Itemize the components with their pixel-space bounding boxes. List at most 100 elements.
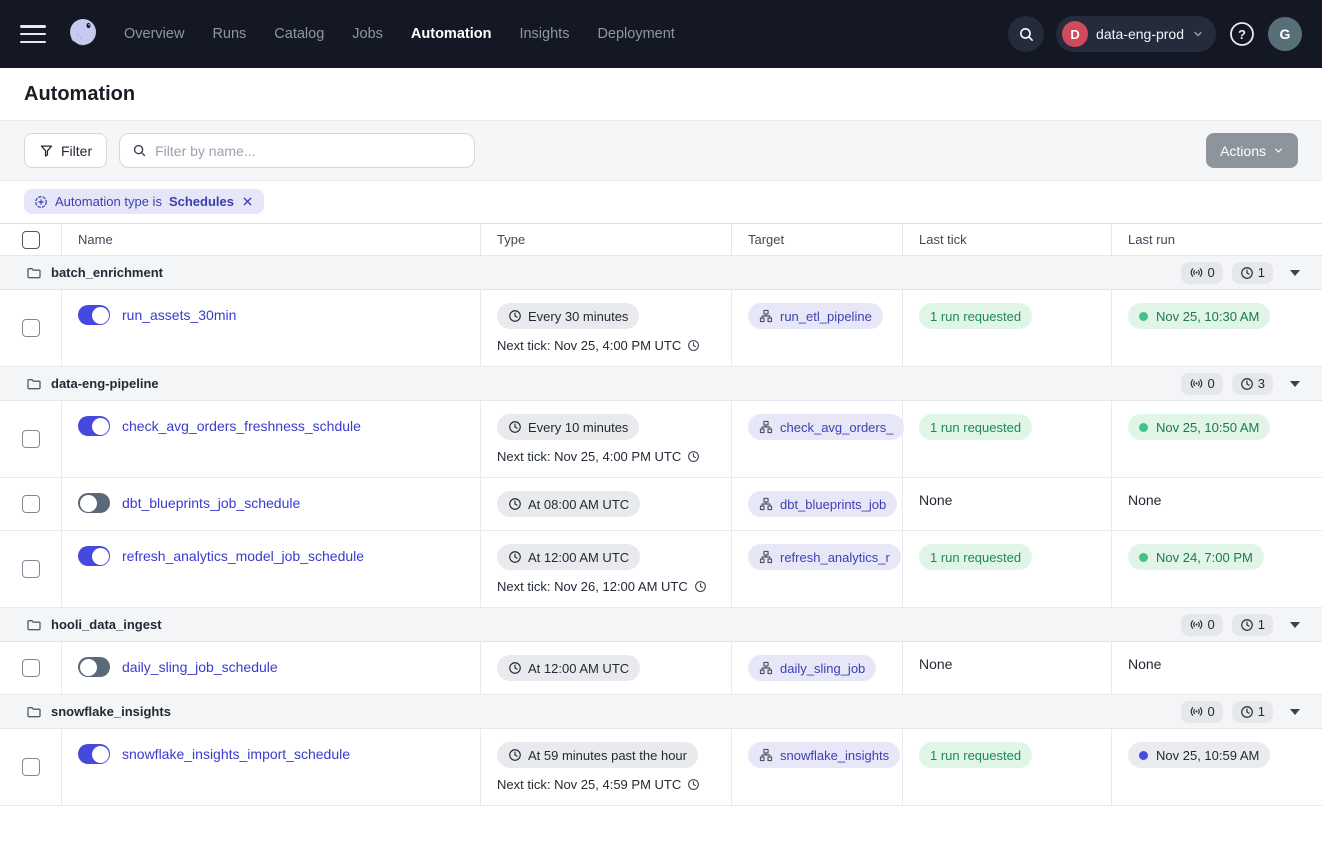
sensor-count-badge: 0	[1181, 701, 1223, 723]
schedule-toggle[interactable]	[78, 744, 110, 764]
target-pill[interactable]: check_avg_orders_	[748, 414, 904, 440]
user-avatar[interactable]: G	[1268, 17, 1302, 51]
target-pill[interactable]: refresh_analytics_r	[748, 544, 901, 570]
clock-icon	[508, 661, 522, 675]
row-checkbox[interactable]	[22, 758, 40, 776]
schedule-name-link[interactable]: daily_sling_job_schedule	[122, 659, 278, 675]
row-checkbox[interactable]	[22, 659, 40, 677]
remove-filter-icon[interactable]	[241, 195, 254, 208]
group-name: hooli_data_ingest	[51, 617, 162, 632]
last-tick-status[interactable]: 1 run requested	[919, 742, 1032, 768]
next-tick-text: Next tick: Nov 25, 4:00 PM UTC	[497, 449, 700, 464]
column-header-last-run: Last run	[1112, 224, 1322, 255]
schedule-type-badge: Every 10 minutes	[497, 414, 639, 440]
next-tick-text: Next tick: Nov 25, 4:59 PM UTC	[497, 777, 700, 792]
nav-item-overview[interactable]: Overview	[124, 26, 184, 42]
schedule-type-badge: At 12:00 AM UTC	[497, 655, 640, 681]
job-graph-icon	[759, 550, 773, 564]
row-checkbox[interactable]	[22, 495, 40, 513]
last-run-status[interactable]: Nov 24, 7:00 PM	[1128, 544, 1264, 570]
target-name: check_avg_orders_	[780, 420, 893, 435]
search-box	[119, 133, 475, 168]
nav-item-automation[interactable]: Automation	[411, 26, 492, 42]
help-icon[interactable]: ?	[1228, 20, 1256, 48]
collapse-caret-icon[interactable]	[1290, 622, 1300, 628]
filter-button[interactable]: Filter	[24, 133, 107, 168]
collapse-caret-icon[interactable]	[1290, 709, 1300, 715]
schedule-name-link[interactable]: snowflake_insights_import_schedule	[122, 746, 350, 762]
collapse-caret-icon[interactable]	[1290, 381, 1300, 387]
target-pill[interactable]: daily_sling_job	[748, 655, 876, 681]
select-all-checkbox[interactable]	[22, 231, 40, 249]
target-name: dbt_blueprints_job	[780, 497, 886, 512]
schedule-name-link[interactable]: dbt_blueprints_job_schedule	[122, 495, 300, 511]
schedule-toggle[interactable]	[78, 305, 110, 325]
clock-icon	[694, 580, 707, 593]
filter-chip-automation-type[interactable]: Automation type is Schedules	[24, 189, 264, 214]
row-checkbox[interactable]	[22, 560, 40, 578]
group-row-snowflake_insights[interactable]: snowflake_insights01	[0, 695, 1322, 729]
filter-by-name-input[interactable]	[155, 143, 462, 159]
schedule-count-badge: 1	[1232, 262, 1273, 284]
toolbar: Filter Actions	[0, 120, 1322, 181]
sensor-count: 0	[1208, 265, 1215, 280]
last-run-time: Nov 25, 10:59 AM	[1156, 748, 1259, 763]
schedule-count-badge: 3	[1232, 373, 1273, 395]
toggle-knob	[92, 418, 109, 435]
nav-item-catalog[interactable]: Catalog	[274, 26, 324, 42]
row-checkbox[interactable]	[22, 319, 40, 337]
sensor-icon	[1189, 617, 1204, 632]
sensor-icon	[1189, 376, 1204, 391]
toggle-knob	[80, 659, 97, 676]
nav-item-deployment[interactable]: Deployment	[597, 26, 674, 42]
collapse-caret-icon[interactable]	[1290, 270, 1300, 276]
table-row: snowflake_insights_import_scheduleAt 59 …	[0, 729, 1322, 806]
group-row-hooli_data_ingest[interactable]: hooli_data_ingest01	[0, 608, 1322, 642]
clock-icon	[1240, 618, 1254, 632]
search-icon[interactable]	[1008, 16, 1044, 52]
top-nav: Overview Runs Catalog Jobs Automation Insight…	[0, 0, 1322, 68]
column-header-name: Name	[62, 224, 481, 255]
last-run-none: None	[1128, 656, 1161, 672]
last-tick-status[interactable]: 1 run requested	[919, 303, 1032, 329]
folder-icon	[26, 265, 42, 281]
sensor-icon	[1189, 704, 1204, 719]
group-row-data-eng-pipeline[interactable]: data-eng-pipeline03	[0, 367, 1322, 401]
schedule-name-link[interactable]: run_assets_30min	[122, 307, 236, 323]
deployment-selector[interactable]: D data-eng-prod	[1056, 16, 1216, 52]
nav-item-insights[interactable]: Insights	[519, 26, 569, 42]
last-run-status[interactable]: Nov 25, 10:50 AM	[1128, 414, 1270, 440]
job-graph-icon	[759, 497, 773, 511]
last-run-status[interactable]: Nov 25, 10:59 AM	[1128, 742, 1270, 768]
table-row: run_assets_30minEvery 30 minutesNext tic…	[0, 290, 1322, 367]
column-header-target: Target	[732, 224, 903, 255]
schedule-toggle[interactable]	[78, 493, 110, 513]
group-row-batch_enrichment[interactable]: batch_enrichment01	[0, 256, 1322, 290]
target-pill[interactable]: dbt_blueprints_job	[748, 491, 897, 517]
sensor-count-badge: 0	[1181, 373, 1223, 395]
last-tick-status[interactable]: 1 run requested	[919, 414, 1032, 440]
last-run-none: None	[1128, 492, 1161, 508]
table-row: check_avg_orders_freshness_schdule Every …	[0, 401, 1322, 478]
nav-item-runs[interactable]: Runs	[212, 26, 246, 42]
dagster-logo[interactable]	[62, 13, 104, 55]
last-run-status[interactable]: Nov 25, 10:30 AM	[1128, 303, 1270, 329]
row-checkbox[interactable]	[22, 430, 40, 448]
last-tick-status[interactable]: 1 run requested	[919, 544, 1032, 570]
schedule-name-link[interactable]: refresh_analytics_model_job_schedule	[122, 548, 364, 564]
schedule-toggle[interactable]	[78, 657, 110, 677]
nav-item-jobs[interactable]: Jobs	[352, 26, 383, 42]
schedule-type-text: At 12:00 AM UTC	[528, 550, 629, 565]
schedule-toggle[interactable]	[78, 416, 110, 436]
schedule-name-link[interactable]: check_avg_orders_freshness_schdule	[122, 418, 361, 434]
table-row: refresh_analytics_model_job_schedule At 1…	[0, 531, 1322, 608]
table-row: dbt_blueprints_job_scheduleAt 08:00 AM U…	[0, 478, 1322, 531]
target-pill[interactable]: snowflake_insights	[748, 742, 900, 768]
run-status-dot	[1139, 312, 1148, 321]
schedule-toggle[interactable]	[78, 546, 110, 566]
target-pill[interactable]: run_etl_pipeline	[748, 303, 883, 329]
actions-button[interactable]: Actions	[1206, 133, 1298, 168]
folder-icon	[26, 617, 42, 633]
filter-chip-value: Schedules	[169, 194, 234, 209]
hamburger-menu-icon[interactable]	[20, 25, 46, 43]
